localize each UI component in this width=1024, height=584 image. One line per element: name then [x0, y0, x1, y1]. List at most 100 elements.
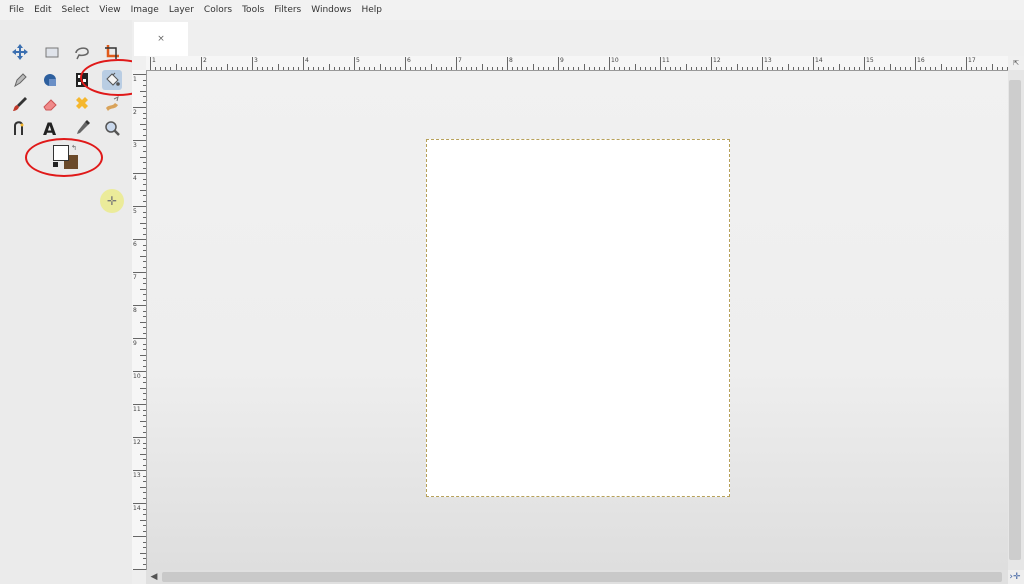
ruler-tick — [869, 67, 871, 70]
menu-view[interactable]: View — [94, 5, 125, 15]
navigate-icon[interactable]: ›✛ — [1006, 570, 1024, 584]
ruler-tick — [909, 67, 911, 70]
ruler-tick — [143, 525, 146, 526]
heal-tool-icon[interactable] — [72, 94, 92, 114]
menu-select[interactable]: Select — [57, 5, 95, 15]
ruler-tick — [430, 64, 432, 70]
eraser-tool-icon[interactable] — [40, 94, 60, 114]
menu-filters[interactable]: Filters — [269, 5, 306, 15]
ruler-tick — [634, 64, 636, 70]
ruler-tick — [143, 332, 146, 334]
image-tab[interactable]: × — [134, 22, 188, 56]
ruler-tick — [143, 195, 146, 196]
horizontal-scrollbar-thumb[interactable] — [162, 572, 1002, 582]
ruler-tick — [981, 67, 983, 70]
zoom-tool-icon[interactable] — [102, 118, 122, 138]
menu-windows[interactable]: Windows — [306, 5, 356, 15]
ruler-tick — [593, 67, 595, 70]
ruler-tick — [277, 64, 279, 70]
ruler-tick — [140, 222, 146, 224]
paintbrush-tool-icon[interactable] — [10, 94, 30, 114]
ruler-tick — [180, 67, 182, 70]
ruler-tick — [547, 67, 549, 70]
ruler-tick — [216, 67, 218, 70]
pen-tool-icon[interactable] — [10, 70, 30, 90]
ruler-tick — [143, 448, 146, 449]
ruler-tick — [394, 67, 396, 70]
ruler-tick — [522, 67, 524, 70]
ruler-tick — [619, 67, 621, 70]
menu-edit[interactable]: Edit — [29, 5, 56, 15]
ruler-tick — [354, 57, 355, 70]
menu-file[interactable]: File — [0, 5, 29, 15]
ruler-tick — [297, 67, 299, 70]
ruler-tick — [772, 67, 774, 70]
ruler-tick — [170, 67, 172, 70]
ruler-tick — [143, 464, 146, 466]
ruler-tick — [537, 67, 539, 70]
rect-select-tool-icon[interactable] — [42, 42, 62, 62]
ruler-tick — [746, 67, 748, 70]
ruler-tick — [143, 514, 146, 515]
menu-help[interactable]: Help — [356, 5, 387, 15]
ruler-tick — [828, 67, 830, 70]
ruler-tick — [155, 67, 157, 70]
scroll-left-icon[interactable]: ◀ — [148, 570, 160, 584]
ruler-tick — [797, 67, 799, 70]
ruler-tick — [904, 67, 906, 70]
ruler-tick — [695, 67, 697, 70]
free-select-tool-icon[interactable] — [72, 42, 92, 62]
ruler-tick — [542, 67, 544, 70]
ruler-tick — [143, 530, 146, 532]
menu-image[interactable]: Image — [126, 5, 164, 15]
ruler-tick — [143, 508, 146, 510]
ruler-tick — [140, 189, 146, 191]
ruler-tick — [838, 64, 840, 70]
ruler-tick — [257, 67, 259, 70]
ruler-tick — [629, 67, 631, 70]
menu-colors[interactable]: Colors — [199, 5, 237, 15]
ruler-tick — [389, 67, 391, 70]
ruler-tick — [864, 57, 865, 70]
ruler-label: 4 — [133, 175, 137, 182]
ruler-tick — [792, 67, 794, 70]
ruler-tick — [338, 67, 340, 70]
ruler-toggle-icon[interactable]: ⇱ — [1008, 56, 1024, 70]
ruler-tick — [226, 64, 228, 70]
ruler-label: 5 — [133, 208, 137, 215]
ruler-tick — [206, 67, 208, 70]
ruler-tick — [527, 67, 529, 70]
move-tool-icon[interactable] — [10, 42, 30, 62]
image-tab-strip: × — [132, 20, 1024, 56]
ruler-tick — [143, 129, 146, 130]
ruler-tick — [292, 67, 294, 70]
ruler-tick — [318, 67, 320, 70]
ruler-tick — [379, 64, 381, 70]
ruler-tick — [751, 67, 753, 70]
vertical-scrollbar-thumb[interactable] — [1009, 80, 1021, 560]
text-tool-icon[interactable]: A — [40, 118, 60, 138]
ruler-tick — [143, 277, 146, 279]
ruler-tick — [925, 67, 927, 70]
smudge-tool-icon[interactable] — [102, 94, 122, 114]
ruler-tick — [143, 327, 146, 328]
menu-tools[interactable]: Tools — [237, 5, 269, 15]
ruler-label: 9 — [133, 340, 137, 347]
menu-layer[interactable]: Layer — [164, 5, 199, 15]
image-canvas[interactable] — [426, 139, 730, 497]
ruler-tick — [143, 261, 146, 262]
clone-tool-icon[interactable] — [40, 70, 60, 90]
ruler-tick — [767, 67, 769, 70]
ruler-tick — [185, 67, 187, 70]
svg-text:A: A — [43, 120, 57, 137]
ruler-tick — [573, 67, 575, 70]
color-picker-tool-icon[interactable] — [72, 118, 92, 138]
toolbox: A ↰ ✛ — [0, 20, 156, 584]
ruler-tick — [143, 349, 146, 350]
ruler-tick — [405, 57, 406, 70]
ruler-corner — [132, 56, 147, 71]
ruler-tick — [133, 74, 146, 75]
ruler-tick — [303, 57, 304, 70]
ruler-tick — [313, 67, 315, 70]
paths-tool-icon[interactable] — [10, 118, 30, 138]
